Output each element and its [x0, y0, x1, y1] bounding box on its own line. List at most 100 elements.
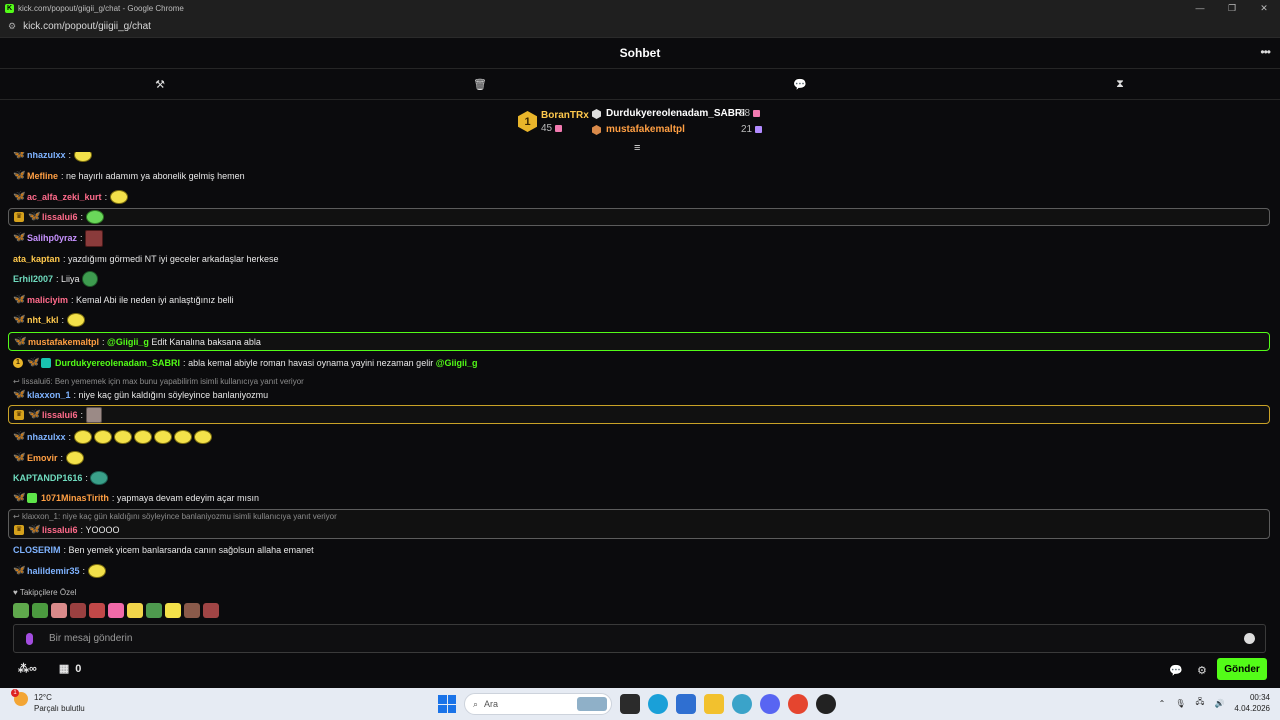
emote-icon[interactable]: [108, 603, 124, 618]
chat-username[interactable]: ata_kaptan: [13, 254, 60, 264]
minimize-button[interactable]: —: [1184, 0, 1216, 16]
mention-link[interactable]: @Giigii_g: [107, 337, 149, 347]
system-tray: ⌃ 🎙 🖧 🔊 00:34 4.04.2026: [1159, 692, 1270, 714]
emote-icon[interactable]: [165, 603, 181, 618]
start-button-icon[interactable]: [438, 695, 456, 713]
subscriber-badge-icon: 🦋: [28, 211, 41, 222]
chat-username[interactable]: halildemir35: [27, 566, 80, 576]
message-input[interactable]: [49, 633, 1149, 644]
chat-mode-button[interactable]: 💬: [640, 69, 960, 99]
subscriber-badge-icon: 🦋: [13, 452, 26, 463]
weather-icon: 1: [11, 689, 28, 706]
clear-chat-button[interactable]: 🗑: [320, 69, 640, 99]
restore-button[interactable]: ❐: [1216, 0, 1248, 16]
trash-icon: 🗑: [473, 78, 487, 91]
address-bar[interactable]: ⚙ kick.com/popout/giigii_g/chat: [0, 16, 1280, 38]
chat-username[interactable]: CLOSERIM: [13, 545, 61, 555]
reply-text: klaxxon_1: niye kaç gün kaldığını söyley…: [21, 512, 337, 521]
chat-username[interactable]: maliciyim: [27, 295, 68, 305]
chevron-up-icon[interactable]: ⌃: [1159, 699, 1166, 708]
clock[interactable]: 00:34 4.04.2026: [1234, 692, 1270, 714]
chat-username[interactable]: lissalui6: [42, 410, 78, 420]
volume-icon[interactable]: 🔊: [1214, 699, 1224, 708]
slow-mode-button[interactable]: ⧗: [960, 69, 1280, 99]
message-text: Edit Kanalına baksana abla: [151, 336, 261, 347]
chat-message-highlighted: ♛ 🦋 lissalui6:: [8, 208, 1270, 226]
file-explorer-icon[interactable]: [704, 694, 724, 714]
store-app-icon[interactable]: [676, 694, 696, 714]
microphone-icon[interactable]: [26, 632, 33, 645]
chat-message: 🦋 1071MinasTirith: yapmaya devam edeyim …: [13, 492, 259, 503]
url-text[interactable]: kick.com/popout/giigii_g/chat: [23, 21, 151, 32]
chat-username[interactable]: 1071MinasTirith: [41, 493, 109, 503]
chat-username[interactable]: ac_alfa_zeki_kurt: [27, 192, 102, 202]
leader-count-3: 21: [741, 124, 753, 135]
send-button[interactable]: Gönder: [1217, 658, 1267, 680]
chat-header: Sohbet •••: [0, 38, 1280, 69]
chat-username[interactable]: nhazulxx: [27, 432, 66, 442]
settings-gear-icon[interactable]: ⚙: [1197, 664, 1207, 677]
chat-username[interactable]: Durdukyereolenadam_SABRI: [55, 358, 180, 368]
emote-icon[interactable]: [32, 603, 48, 618]
emote-icon[interactable]: [146, 603, 162, 618]
chat-username[interactable]: Emovir: [27, 453, 58, 463]
channel-points-icon[interactable]: ⁂∞: [18, 662, 37, 675]
chat-username[interactable]: Salihp0yraz: [27, 233, 77, 243]
emote-icon: [82, 271, 99, 287]
taskbar-search[interactable]: ⌕ Ara: [464, 693, 612, 715]
emote-icon[interactable]: [127, 603, 143, 618]
chat-message: 1 🦋 Durdukyereolenadam_SABRI: abla kemal…: [8, 356, 1270, 370]
reply-icon: ↩: [13, 512, 20, 521]
emote-icon[interactable]: [51, 603, 67, 618]
chat-message: 🦋 nht_kkl:: [8, 312, 1270, 328]
emote-icon[interactable]: [203, 603, 219, 618]
chat-username[interactable]: klaxxon_1: [27, 390, 71, 400]
weather-widget[interactable]: 1 12°C Parçalı bulutlu: [11, 689, 85, 714]
chat-username[interactable]: lissalui6: [42, 212, 78, 222]
edge-icon[interactable]: [648, 694, 668, 714]
emote-icon: [113, 430, 132, 444]
network-icon[interactable]: 🖧: [1196, 696, 1205, 710]
more-options-icon[interactable]: •••: [1260, 45, 1271, 59]
leader-name-2[interactable]: Durdukyereolenadam_SABRI: [606, 108, 745, 119]
chat-username[interactable]: KAPTANDP1616: [13, 473, 82, 483]
emote-icon[interactable]: [89, 603, 105, 618]
chat-username[interactable]: nht_kkl: [27, 315, 59, 325]
hammer-icon: ⚒: [155, 78, 165, 91]
subscriber-badge-icon: 🦋: [27, 357, 40, 368]
microphone-tray-icon[interactable]: 🎙: [1175, 699, 1185, 708]
gift-icon: [755, 125, 763, 133]
task-view-icon[interactable]: [620, 694, 640, 714]
ban-hammer-button[interactable]: ⚒: [0, 69, 320, 99]
subscriber-badge-icon: 🦋: [13, 294, 26, 305]
emote-icon[interactable]: [184, 603, 200, 618]
emote-icon[interactable]: [13, 603, 29, 618]
emote-icon: [193, 430, 212, 444]
mention-link[interactable]: @Giigii_g: [436, 358, 478, 368]
app-icon[interactable]: [816, 694, 836, 714]
chat-username[interactable]: Erhil2007: [13, 274, 53, 284]
chat-username[interactable]: nhazulxx: [27, 152, 66, 160]
emote-icon: [85, 406, 102, 423]
chat-settings-bubble-icon[interactable]: 💬: [1169, 664, 1183, 677]
close-button[interactable]: ✕: [1248, 0, 1280, 16]
reply-context[interactable]: ↩ klaxxon_1: niye kaç gün kaldığını söyl…: [13, 512, 337, 521]
subscriber-badge-icon: 🦋: [13, 152, 26, 160]
reply-context[interactable]: ↩ lissalui6: Ben yememek için max bunu y…: [13, 377, 304, 386]
site-settings-icon[interactable]: ⚙: [8, 21, 16, 32]
chrome-icon[interactable]: [788, 694, 808, 714]
discord-icon[interactable]: [760, 694, 780, 714]
leader-name-1[interactable]: BoranTRx: [541, 110, 589, 121]
chat-message: 🦋 ac_alfa_zeki_kurt:: [8, 189, 1270, 205]
leader-name-3[interactable]: mustafakemaltpl: [606, 124, 685, 135]
emote-icon[interactable]: [70, 603, 86, 618]
gift-icon: [555, 124, 563, 132]
chat-username[interactable]: Mefline: [27, 171, 58, 181]
store-icon[interactable]: ▦: [59, 662, 69, 675]
chat-username[interactable]: lissalui6: [42, 525, 78, 535]
message-text: Kemal Abi ile neden iyi anlaştığınız bel…: [76, 295, 234, 305]
emoji-picker-icon[interactable]: [1244, 633, 1255, 644]
chat-message: 🦋 Salihp0yraz:: [8, 229, 1270, 247]
settings-app-icon[interactable]: [732, 694, 752, 714]
chat-username[interactable]: mustafakemaltpl: [28, 337, 99, 347]
